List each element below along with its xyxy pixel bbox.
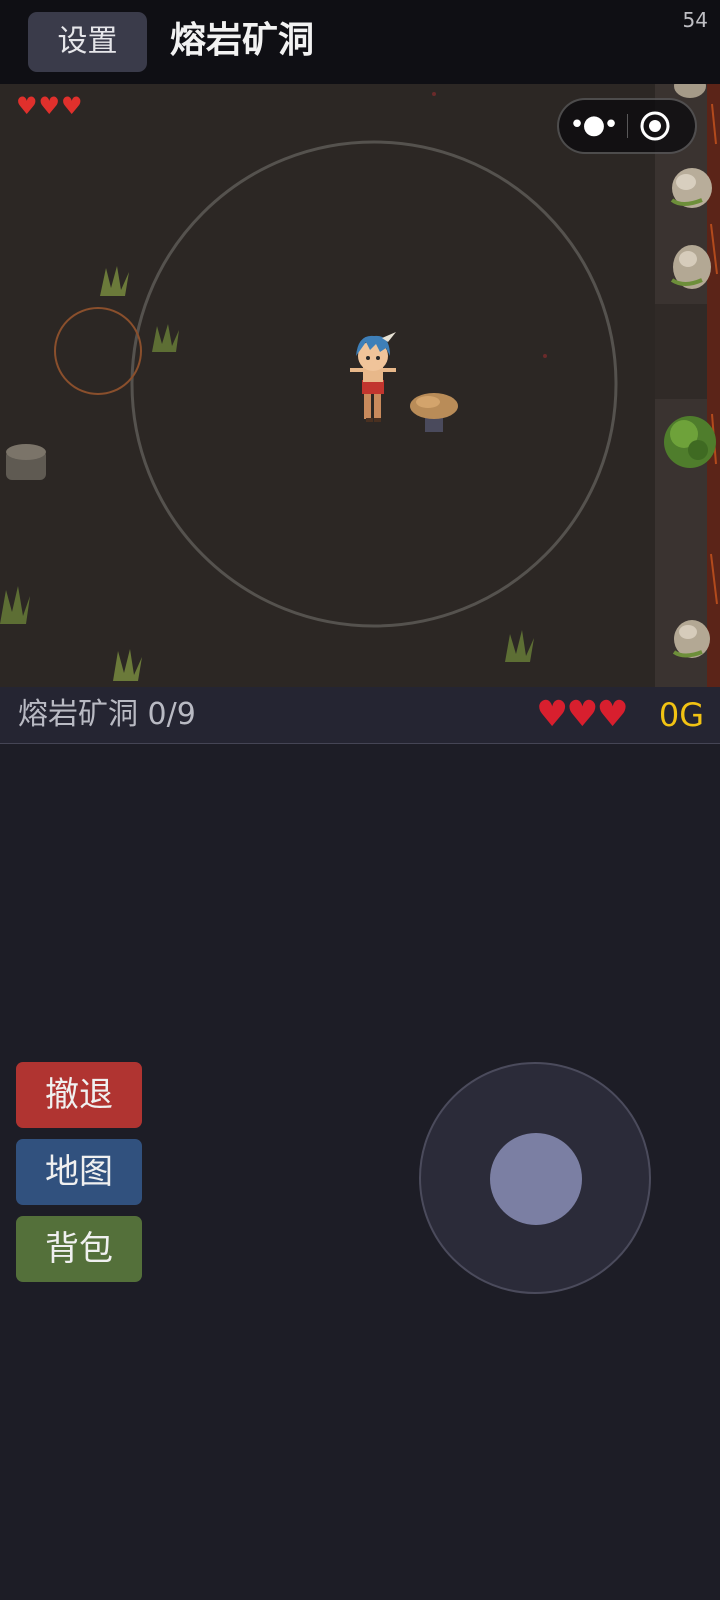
stump-sprite	[6, 444, 46, 480]
lava-edge	[707, 84, 720, 687]
fps-counter: 54	[682, 8, 708, 32]
more-icon[interactable]: •●•	[559, 100, 627, 152]
zone-progress-label: 熔岩矿洞 0/9	[18, 697, 196, 732]
bag-button[interactable]: 背包	[16, 1216, 142, 1282]
player-character-sprite	[350, 332, 396, 422]
game-scene	[0, 84, 720, 687]
grass-sprite	[113, 649, 142, 681]
grass-sprite	[0, 586, 30, 624]
bush-sprite	[664, 416, 716, 468]
retreat-button[interactable]: 撤退	[16, 1062, 142, 1128]
settings-button[interactable]: 设置	[28, 12, 147, 72]
map-button[interactable]: 地图	[16, 1139, 142, 1205]
grass-sprite	[100, 266, 129, 296]
target-ring	[54, 307, 142, 395]
joystick-knob[interactable]	[490, 1133, 582, 1225]
status-bar: 熔岩矿洞 0/9 ♥♥♥ 0G	[0, 687, 720, 744]
capsule-divider	[627, 114, 628, 138]
lives-hearts: ♥♥♥	[536, 694, 629, 735]
rock-sprite	[670, 168, 712, 208]
gold-counter: 0G	[658, 696, 704, 734]
hud-hearts: ♥♥♥	[16, 92, 84, 120]
grass-sprite	[152, 324, 179, 352]
grass-sprite	[505, 630, 534, 662]
menu-capsule: •●•	[557, 98, 697, 154]
page-title: 熔岩矿洞	[170, 20, 315, 61]
close-target-icon[interactable]	[639, 110, 671, 142]
top-bar: 设置 熔岩矿洞 54	[0, 0, 720, 84]
game-viewport[interactable]	[0, 84, 720, 687]
mushroom-enemy-sprite	[410, 393, 458, 432]
rock-sprite	[672, 620, 710, 658]
wall-tile	[655, 304, 709, 399]
